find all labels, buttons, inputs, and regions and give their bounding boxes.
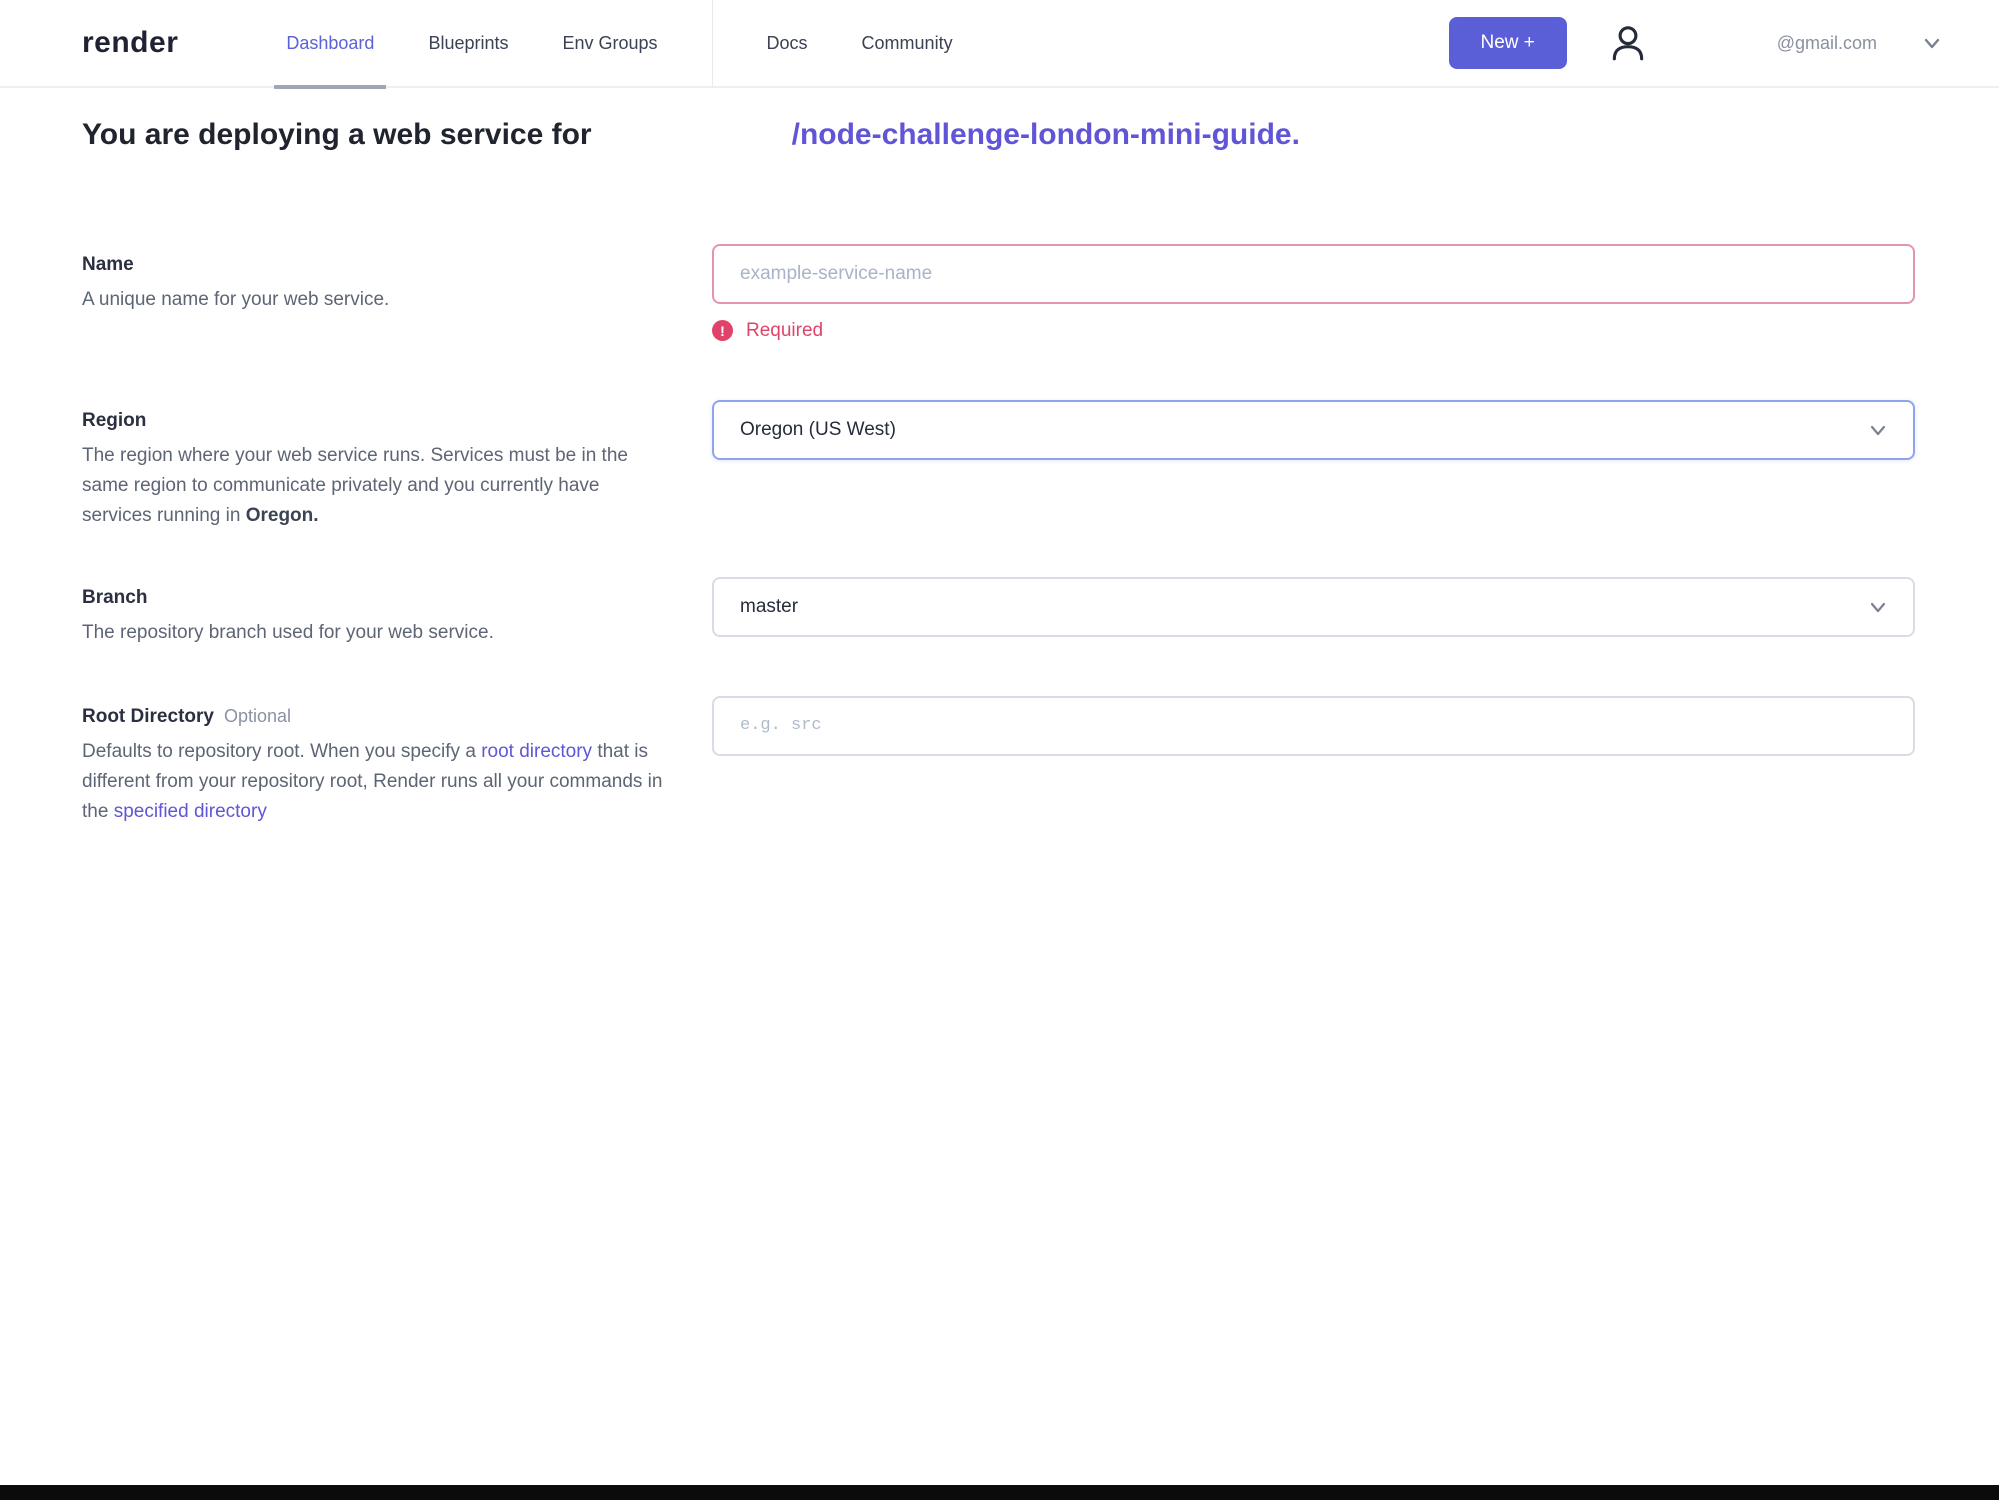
nav-item-dashboard[interactable]: Dashboard <box>274 0 387 89</box>
branch-label: Branch <box>82 586 148 608</box>
account-menu[interactable]: @gmail.com <box>1777 32 1943 54</box>
page-title: You are deploying a web service for/node… <box>82 116 1915 154</box>
form-row-region: Region The region where your web service… <box>82 399 1915 531</box>
root-directory-label-col: Root Directory Optional Defaults to repos… <box>82 696 712 827</box>
name-error-text: Required <box>746 319 824 341</box>
name-label: Name <box>82 253 134 275</box>
name-error: ! Required <box>712 320 1915 342</box>
repo-name-link[interactable]: /node-challenge-london-mini-guide. <box>792 118 1300 151</box>
deploy-web-service-form: Name A unique name for your web service.… <box>82 243 1915 827</box>
new-button[interactable]: New + <box>1448 17 1567 69</box>
chevron-down-icon <box>1921 32 1943 54</box>
header-right-group: New + @gmail.com <box>1448 17 1943 69</box>
name-description: A unique name for your web service. <box>82 288 390 310</box>
user-account-icon[interactable] <box>1607 22 1649 64</box>
root-directory-label-text: Root Directory <box>82 705 214 727</box>
region-description-emphasis: Oregon. <box>245 504 319 526</box>
region-label-col: Region The region where your web service… <box>82 400 712 531</box>
nav-item-community[interactable]: Community <box>862 0 953 87</box>
form-row-root-directory: Root Directory Optional Defaults to repos… <box>82 695 1915 827</box>
root-directory-label: Root Directory Optional <box>82 706 667 728</box>
error-exclamation-icon: ! <box>712 320 733 341</box>
screenshot-bottom-edge-bar <box>0 1485 1999 1500</box>
region-select[interactable]: Oregon (US West) <box>712 399 1915 460</box>
root-directory-input[interactable] <box>712 695 1915 756</box>
nav-divider <box>711 0 713 87</box>
branch-field-col: master <box>712 576 1915 637</box>
chevron-down-icon <box>1867 419 1889 441</box>
form-row-name: Name A unique name for your web service.… <box>82 243 1915 342</box>
top-nav-bar: render Dashboard Blueprints Env Groups D… <box>0 0 1999 89</box>
main-nav: Dashboard Blueprints Env Groups Docs Com… <box>274 0 1006 89</box>
specified-directory-link[interactable]: specified directory <box>114 801 267 822</box>
form-row-branch: Branch The repository branch used for yo… <box>82 576 1915 648</box>
render-logo[interactable]: render <box>82 26 178 60</box>
branch-description: The repository branch used for your web … <box>82 621 494 643</box>
optional-tag: Optional <box>223 705 292 726</box>
root-directory-description: Defaults to repository root. When you sp… <box>82 737 667 827</box>
branch-label-col: Branch The repository branch used for yo… <box>82 577 712 648</box>
name-input[interactable] <box>712 243 1915 304</box>
chevron-down-icon <box>1867 596 1889 618</box>
region-description-text: The region where your web service runs. … <box>82 444 628 526</box>
nav-item-blueprints[interactable]: Blueprints <box>428 0 508 87</box>
nav-item-env-groups[interactable]: Env Groups <box>562 0 657 87</box>
nav-item-docs[interactable]: Docs <box>767 0 808 87</box>
page-title-prefix: You are deploying a web service for <box>82 118 592 151</box>
account-email: @gmail.com <box>1776 32 1877 53</box>
root-directory-field-col <box>712 695 1915 756</box>
region-selected-value: Oregon (US West) <box>740 418 896 440</box>
region-description: The region where your web service runs. … <box>82 441 667 531</box>
branch-selected-value: master <box>740 595 799 617</box>
root-directory-desc-start: Defaults to repository root. When you sp… <box>82 740 482 762</box>
region-field-col: Oregon (US West) <box>712 399 1915 460</box>
branch-select[interactable]: master <box>712 576 1915 637</box>
name-field-col: ! Required <box>712 243 1915 342</box>
root-directory-link[interactable]: root directory <box>481 741 592 762</box>
name-label-col: Name A unique name for your web service. <box>82 244 712 315</box>
region-label: Region <box>82 409 147 431</box>
